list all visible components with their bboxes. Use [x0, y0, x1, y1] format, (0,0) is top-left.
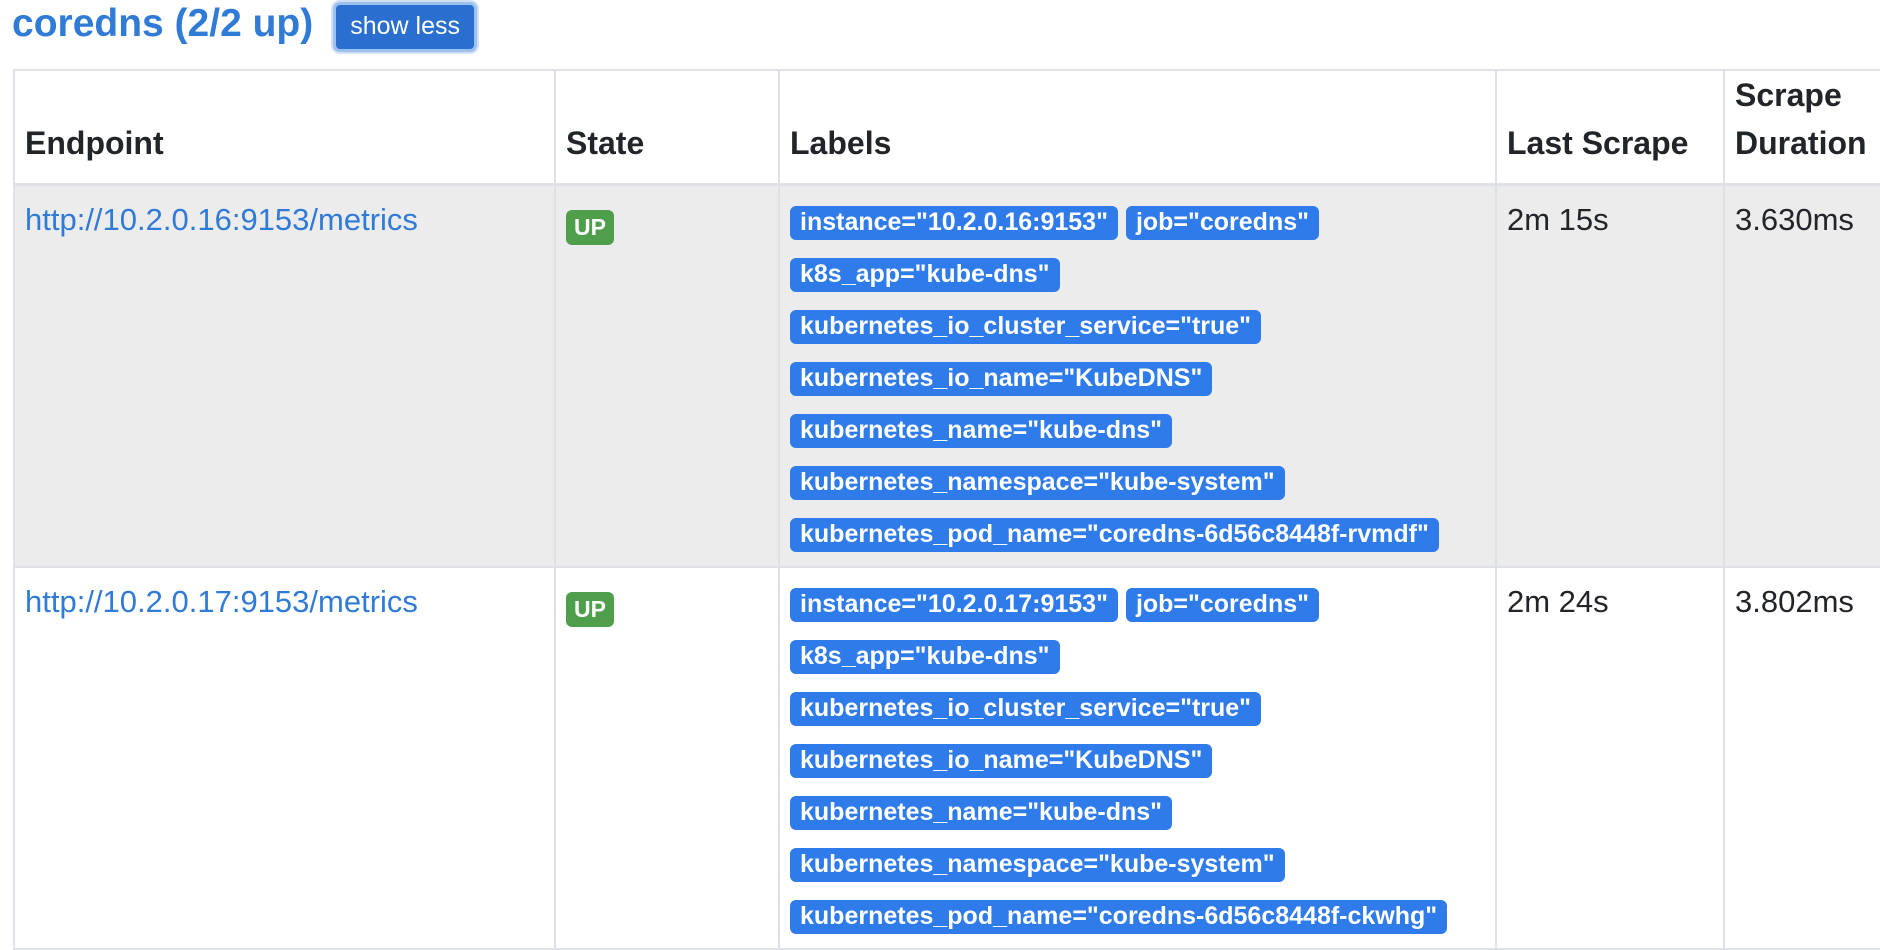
- label-badge: k8s_app="kube-dns": [790, 640, 1060, 674]
- labels-cell: instance="10.2.0.16:9153" job="coredns" k…: [778, 183, 1497, 568]
- table-header-row: Endpoint State Labels Last Scrape Scrape…: [13, 69, 1880, 186]
- last-scrape-value: 2m 24s: [1507, 584, 1609, 619]
- state-cell: UP: [554, 183, 780, 568]
- column-header-endpoint: Endpoint: [13, 69, 556, 186]
- label-badge: kubernetes_pod_name="coredns-6d56c8448f-…: [790, 900, 1448, 934]
- label-badge: instance="10.2.0.16:9153": [790, 206, 1118, 240]
- labels-list: instance="10.2.0.16:9153" job="coredns" k…: [790, 202, 1485, 566]
- column-header-scrape-duration-line2: Duration: [1735, 125, 1867, 161]
- scrape-duration-value: 3.630ms: [1735, 202, 1854, 237]
- label-badge: job="coredns": [1125, 588, 1319, 622]
- scrape-duration-value: 3.802ms: [1735, 584, 1854, 619]
- labels-cell: instance="10.2.0.17:9153" job="coredns" k…: [778, 566, 1497, 950]
- state-badge: UP: [566, 592, 614, 627]
- column-header-labels: Labels: [778, 69, 1497, 186]
- label-badge: job="coredns": [1125, 206, 1319, 240]
- label-badge: kubernetes_io_name="KubeDNS": [790, 744, 1213, 778]
- last-scrape-value: 2m 15s: [1507, 202, 1609, 237]
- show-less-button[interactable]: show less: [333, 1, 477, 52]
- label-badge: kubernetes_io_name="KubeDNS": [790, 362, 1213, 396]
- scrape-duration-cell: 3.802ms: [1723, 566, 1880, 950]
- label-badge: kubernetes_namespace="kube-system": [790, 466, 1285, 500]
- state-badge: UP: [566, 210, 614, 245]
- label-badge: instance="10.2.0.17:9153": [790, 588, 1118, 622]
- scrape-duration-cell: 3.630ms: [1723, 183, 1880, 568]
- label-badge: kubernetes_name="kube-dns": [790, 414, 1173, 448]
- labels-list: instance="10.2.0.17:9153" job="coredns" k…: [790, 584, 1485, 948]
- column-header-state: State: [554, 69, 780, 186]
- label-badge: kubernetes_pod_name="coredns-6d56c8448f-…: [790, 518, 1439, 552]
- endpoint-cell: http://10.2.0.17:9153/metrics: [13, 566, 556, 950]
- targets-table: Endpoint State Labels Last Scrape Scrape…: [13, 69, 1880, 950]
- endpoint-cell: http://10.2.0.16:9153/metrics: [13, 183, 556, 568]
- job-header: coredns (2/2 up) show less: [12, 0, 477, 52]
- column-header-last-scrape: Last Scrape: [1495, 69, 1725, 186]
- endpoint-link[interactable]: http://10.2.0.17:9153/metrics: [25, 584, 418, 619]
- last-scrape-cell: 2m 15s: [1495, 183, 1725, 568]
- state-cell: UP: [554, 566, 780, 950]
- label-badge: kubernetes_namespace="kube-system": [790, 848, 1285, 882]
- label-badge: kubernetes_io_cluster_service="true": [790, 692, 1262, 726]
- label-badge: kubernetes_name="kube-dns": [790, 796, 1173, 830]
- endpoint-link[interactable]: http://10.2.0.16:9153/metrics: [25, 202, 418, 237]
- column-header-scrape-duration: Scrape Duration: [1723, 69, 1880, 186]
- label-badge: k8s_app="kube-dns": [790, 258, 1060, 292]
- last-scrape-cell: 2m 24s: [1495, 566, 1725, 950]
- label-badge: kubernetes_io_cluster_service="true": [790, 310, 1262, 344]
- column-header-scrape-duration-line1: Scrape: [1735, 77, 1842, 113]
- table-row: http://10.2.0.16:9153/metrics UP instanc…: [13, 183, 1880, 568]
- job-title-link[interactable]: coredns (2/2 up): [12, 4, 313, 43]
- table-row: http://10.2.0.17:9153/metrics UP instanc…: [13, 566, 1880, 950]
